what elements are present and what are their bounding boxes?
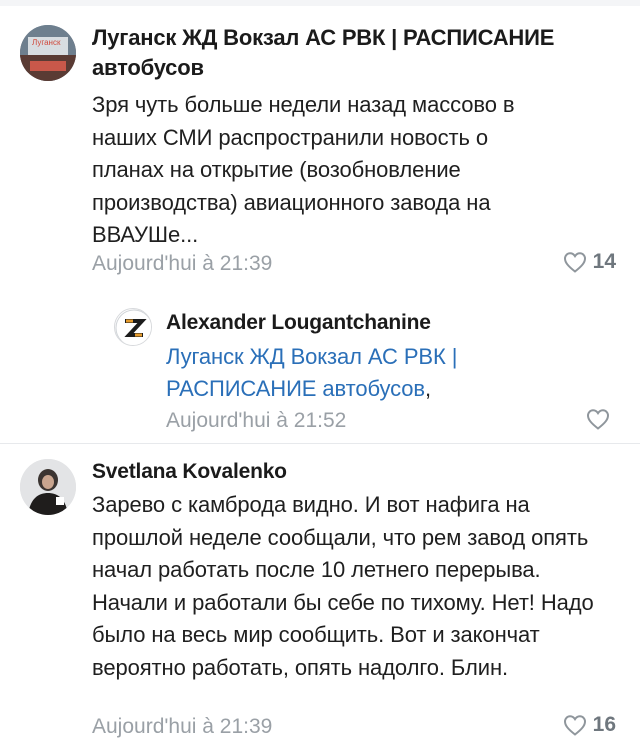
avatar[interactable] <box>20 459 76 515</box>
comment-item: Луганск Луганск ЖД Вокзал АС РВК | РАСПИ… <box>0 0 640 300</box>
like-button[interactable]: 16 <box>563 713 616 737</box>
avatar-label: Луганск <box>32 38 61 47</box>
reply-item: Alexander Lougantchanine Луганск ЖД Вокз… <box>0 300 640 445</box>
comment-text: Зарево с камброда видно. И вот нафига на… <box>92 492 594 680</box>
comment-text: Зря чуть больше недели назад массово в н… <box>92 92 515 247</box>
comment-author[interactable]: Alexander Lougantchanine <box>166 309 431 337</box>
comment-item: Svetlana Kovalenko Зарево с камброда вид… <box>0 445 640 750</box>
heart-outline-icon <box>563 715 586 736</box>
like-count: 14 <box>592 250 616 273</box>
like-button[interactable]: 14 <box>563 250 616 274</box>
mention-link[interactable]: Луганск ЖД Вокзал АС РВК | РАСПИСАНИЕ ав… <box>166 344 457 401</box>
comment-timestamp: Aujourd'hui à 21:39 <box>92 715 273 738</box>
avatar[interactable]: Луганск <box>20 25 76 81</box>
comment-author[interactable]: Луганск ЖД Вокзал АС РВК | РАСПИСАНИЕ ав… <box>92 23 612 83</box>
comment-text: Луганск ЖД Вокзал АС РВК | РАСПИСАНИЕ ав… <box>166 341 566 405</box>
avatar-image <box>20 25 76 81</box>
heart-outline-icon <box>563 252 586 273</box>
comment-text-suffix: , <box>425 376 432 401</box>
comment-divider <box>0 443 640 444</box>
comment-timestamp: Aujourd'hui à 21:39 <box>92 252 273 275</box>
like-count: 16 <box>592 713 616 736</box>
avatar-image <box>20 459 76 515</box>
comment-author[interactable]: Svetlana Kovalenko <box>92 458 287 486</box>
heart-outline-icon <box>586 409 610 430</box>
z-symbol-icon <box>115 309 151 345</box>
like-button[interactable] <box>586 408 616 430</box>
avatar[interactable] <box>114 308 152 346</box>
comment-timestamp: Aujourd'hui à 21:52 <box>166 409 347 432</box>
